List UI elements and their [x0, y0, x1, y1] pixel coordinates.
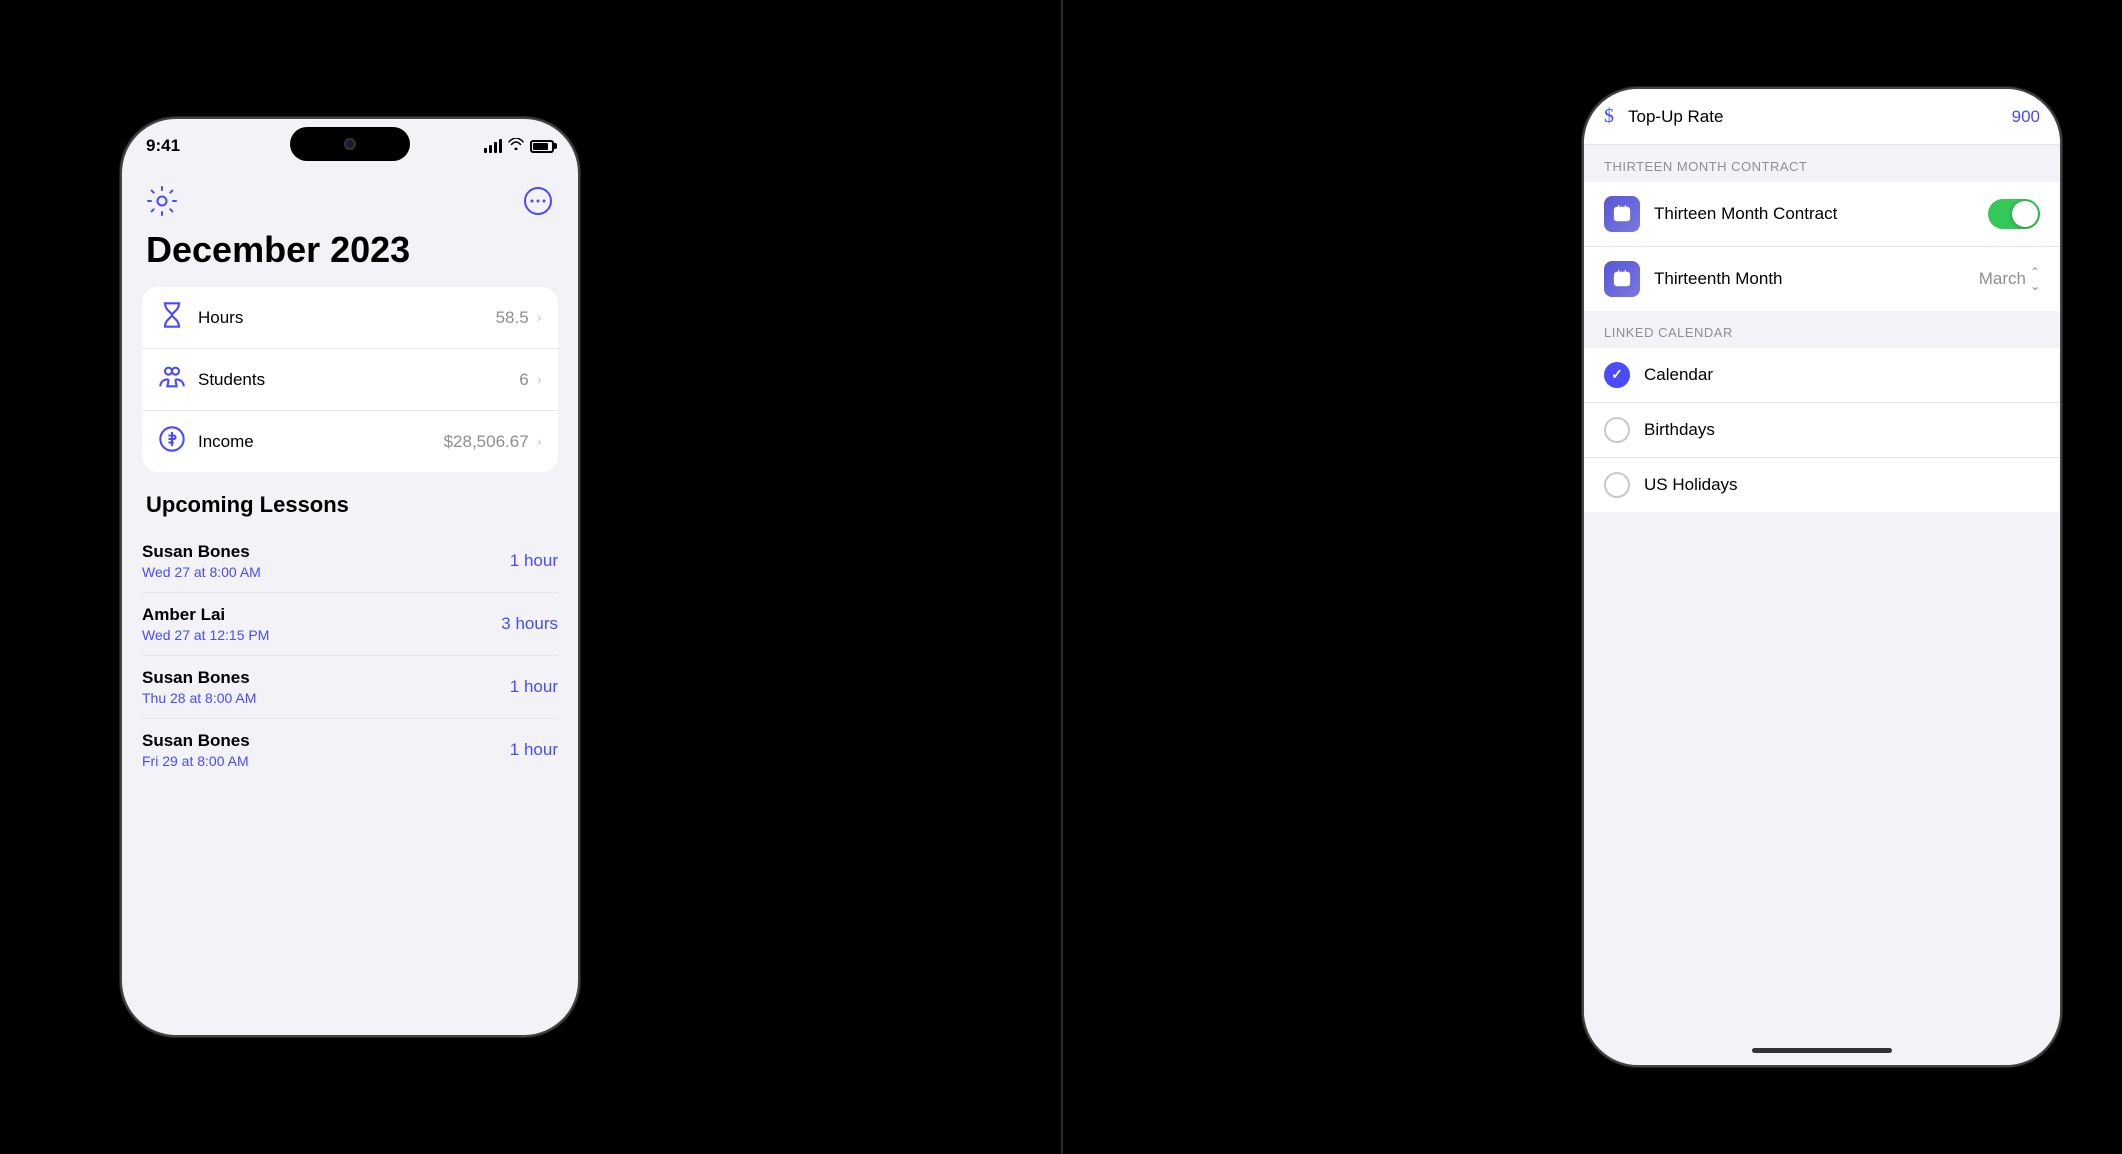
students-icon — [158, 363, 186, 396]
hours-value: 58.5 — [496, 308, 529, 328]
income-label: Income — [198, 432, 444, 452]
students-chevron: › — [537, 371, 542, 389]
us-holidays-option-label: US Holidays — [1644, 475, 1738, 495]
thirteen-contract-row[interactable]: Thirteen Month Contract — [1584, 182, 2060, 247]
thirteenth-month-value[interactable]: March ⌃⌄ — [1979, 265, 2040, 293]
list-item[interactable]: Susan Bones Fri 29 at 8:00 AM 1 hour — [142, 719, 558, 781]
thirteen-contract-toggle[interactable] — [1988, 199, 2040, 229]
income-icon — [158, 425, 186, 458]
left-side-buttons — [120, 299, 122, 401]
radio-birthdays[interactable] — [1604, 417, 1630, 443]
signal-icon — [484, 139, 502, 153]
list-item[interactable]: Susan Bones Wed 27 at 8:00 AM 1 hour — [142, 530, 558, 593]
right-phone-screen: $ Top-Up Rate 900 THIRTEEN MONTH CONTRAC… — [1584, 89, 2060, 1065]
front-camera — [344, 138, 356, 150]
lesson-info: Susan Bones Fri 29 at 8:00 AM — [142, 731, 250, 769]
lesson-duration: 3 hours — [501, 614, 558, 634]
thirteenth-month-row[interactable]: Thirteenth Month March ⌃⌄ — [1584, 247, 2060, 311]
left-phone-screen: December 2023 Hours 58.5 › — [122, 173, 578, 1035]
hours-chevron: › — [537, 309, 542, 327]
lesson-info: Susan Bones Thu 28 at 8:00 AM — [142, 668, 256, 706]
topup-row[interactable]: $ Top-Up Rate 900 — [1584, 89, 2060, 145]
lesson-name: Amber Lai — [142, 605, 269, 625]
toggle-knob — [2012, 201, 2038, 227]
left-phone: 9:41 — [120, 117, 580, 1037]
home-indicator — [1584, 1035, 2060, 1065]
screen-header — [122, 173, 578, 225]
list-item[interactable]: Susan Bones Thu 28 at 8:00 AM 1 hour — [142, 656, 558, 719]
students-label: Students — [198, 370, 519, 390]
home-bar — [1752, 1048, 1892, 1053]
lesson-name: Susan Bones — [142, 731, 250, 751]
lesson-time: Thu 28 at 8:00 AM — [142, 690, 256, 706]
settings-icon[interactable] — [146, 185, 178, 217]
volume-up-button — [120, 299, 122, 343]
topup-value: 900 — [2012, 107, 2040, 127]
checkmark-icon: ✓ — [1611, 367, 1623, 384]
thirteen-contract-icon — [1604, 196, 1640, 232]
lesson-info: Amber Lai Wed 27 at 12:15 PM — [142, 605, 269, 643]
lesson-info: Susan Bones Wed 27 at 8:00 AM — [142, 542, 261, 580]
status-time: 9:41 — [146, 136, 180, 156]
income-row[interactable]: Income $28,506.67 › — [142, 411, 558, 472]
hours-row[interactable]: Hours 58.5 › — [142, 287, 558, 349]
thirteenth-month-icon — [1604, 261, 1640, 297]
dynamic-island — [290, 127, 410, 161]
status-icons — [484, 138, 554, 155]
income-value: $28,506.67 — [444, 432, 529, 452]
thirteen-section-header: THIRTEEN MONTH CONTRACT — [1584, 145, 2060, 182]
status-bar: 9:41 — [122, 119, 578, 173]
lesson-name: Susan Bones — [142, 542, 261, 562]
calendar-option-us-holidays[interactable]: US Holidays — [1584, 458, 2060, 512]
birthdays-option-label: Birthdays — [1644, 420, 1715, 440]
right-power-button — [2060, 309, 2062, 389]
calendar-card: ✓ Calendar Birthdays US Holidays — [1584, 348, 2060, 512]
thirteen-settings-card: Thirteen Month Contract — [1584, 182, 2060, 311]
stats-card: Hours 58.5 › Students 6 › — [142, 287, 558, 472]
lesson-duration: 1 hour — [510, 677, 558, 697]
radio-us-holidays[interactable] — [1604, 472, 1630, 498]
lesson-time: Wed 27 at 8:00 AM — [142, 564, 261, 580]
hourglass-icon — [158, 301, 186, 334]
more-icon[interactable] — [522, 185, 554, 217]
right-volume-up — [1582, 289, 1584, 333]
screen-title: December 2023 — [122, 225, 578, 287]
radio-calendar[interactable]: ✓ — [1604, 362, 1630, 388]
screen-spacer — [1584, 512, 2060, 1035]
lesson-time: Fri 29 at 8:00 AM — [142, 753, 250, 769]
calendar-option-calendar[interactable]: ✓ Calendar — [1584, 348, 2060, 403]
volume-down-button — [120, 357, 122, 401]
lessons-list: Susan Bones Wed 27 at 8:00 AM 1 hour Amb… — [122, 530, 578, 1035]
right-volume-down — [1582, 347, 1584, 391]
hours-label: Hours — [198, 308, 496, 328]
lesson-duration: 1 hour — [510, 740, 558, 760]
list-item[interactable]: Amber Lai Wed 27 at 12:15 PM 3 hours — [142, 593, 558, 656]
thirteen-contract-label: Thirteen Month Contract — [1654, 204, 1988, 224]
wifi-icon — [508, 138, 524, 155]
battery-icon — [530, 140, 554, 153]
right-phone-left-buttons — [1582, 289, 1584, 391]
lesson-name: Susan Bones — [142, 668, 256, 688]
calendar-option-label: Calendar — [1644, 365, 1713, 385]
students-row[interactable]: Students 6 › — [142, 349, 558, 411]
center-divider — [1061, 0, 1063, 1154]
students-value: 6 — [519, 370, 528, 390]
thirteenth-month-label: Thirteenth Month — [1654, 269, 1979, 289]
income-chevron: › — [537, 433, 542, 451]
power-button — [578, 319, 580, 391]
thirteenth-month-value-text: March — [1979, 269, 2026, 289]
right-phone: $ Top-Up Rate 900 THIRTEEN MONTH CONTRAC… — [1582, 87, 2062, 1067]
calendar-section-header: LINKED CALENDAR — [1584, 311, 2060, 348]
stepper-icon: ⌃⌄ — [2030, 265, 2040, 293]
topup-label: Top-Up Rate — [1628, 107, 2012, 127]
upcoming-section-title: Upcoming Lessons — [122, 492, 578, 530]
calendar-option-birthdays[interactable]: Birthdays — [1584, 403, 2060, 458]
dollar-icon: $ — [1604, 105, 1614, 128]
lesson-duration: 1 hour — [510, 551, 558, 571]
lesson-time: Wed 27 at 12:15 PM — [142, 627, 269, 643]
